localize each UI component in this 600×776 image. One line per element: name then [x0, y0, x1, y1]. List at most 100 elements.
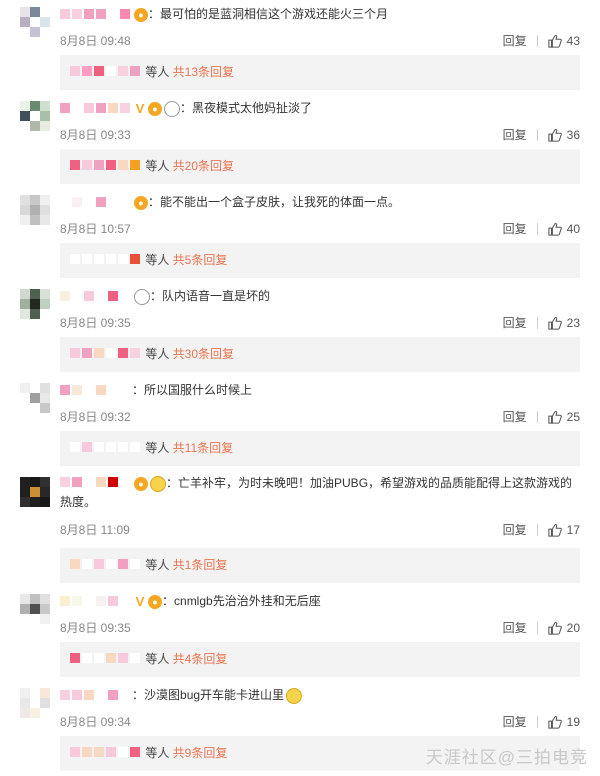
view-replies-link[interactable]: 共1条回复: [173, 558, 228, 572]
comment-line: ● ：最可怕的是蓝洞相信这个游戏还能火三个月: [60, 4, 582, 25]
avatar[interactable]: [20, 7, 50, 37]
comment-text: 沙漠图bug开车能卡进山里: [144, 688, 285, 702]
avatar[interactable]: [20, 594, 50, 624]
colon: ：: [180, 101, 193, 115]
replies-suffix: 等人: [142, 159, 173, 173]
reply-usernames: [70, 149, 142, 184]
comment-text: 所以国服什么时候上: [144, 383, 253, 397]
username[interactable]: [60, 287, 132, 307]
reply-button[interactable]: 回复: [503, 521, 527, 538]
avatar[interactable]: [20, 688, 50, 718]
comment-time: 8月8日 09:48: [60, 34, 131, 48]
comment-time: 8月8日 09:34: [60, 715, 131, 729]
replies-suffix: 等人: [142, 253, 173, 267]
avatar[interactable]: [20, 383, 50, 413]
replies-summary[interactable]: 等人 共13条回复: [60, 55, 580, 90]
divider: [536, 621, 538, 634]
crown-badge-icon: [150, 475, 166, 492]
avatar[interactable]: [20, 289, 50, 319]
reply-button[interactable]: 回复: [503, 713, 527, 730]
replies-summary[interactable]: 等人 共4条回复: [60, 642, 580, 677]
reply-button[interactable]: 回复: [503, 619, 527, 636]
username[interactable]: [60, 381, 132, 401]
like-button[interactable]: 36: [547, 128, 580, 142]
like-button[interactable]: 40: [547, 221, 580, 236]
comment-item: ● ：最可怕的是蓝洞相信这个游戏还能火三个月 8月8日 09:48 回复 43 等人 共…: [0, 0, 600, 94]
replies-summary[interactable]: 等人 共11条回复: [60, 431, 580, 466]
reply-button[interactable]: 回复: [503, 314, 527, 331]
comment-actions: 回复 25: [503, 408, 580, 425]
reply-usernames: [70, 337, 142, 372]
replies-summary[interactable]: 等人 共30条回复: [60, 337, 580, 372]
divider: [536, 316, 538, 329]
replies-suffix: 等人: [142, 652, 173, 666]
username[interactable]: [60, 592, 132, 612]
avatar[interactable]: [20, 101, 50, 131]
like-button[interactable]: 43: [547, 33, 580, 48]
comment-actions: 回复 43: [503, 32, 580, 49]
reply-usernames: [70, 736, 142, 771]
like-count: 20: [566, 620, 580, 635]
like-button[interactable]: 19: [547, 715, 580, 729]
replies-summary[interactable]: 等人 共1条回复: [60, 548, 580, 583]
username[interactable]: [60, 99, 132, 119]
replies-suffix: 等人: [142, 65, 173, 79]
avatar[interactable]: [20, 195, 50, 225]
thumbs-up-icon: [547, 523, 562, 537]
comment-actions: 回复 17: [503, 521, 580, 538]
avatar[interactable]: [20, 477, 50, 507]
colon: ：: [162, 594, 175, 608]
comment-time: 8月8日 10:57: [60, 222, 131, 236]
divider: [536, 34, 538, 47]
comment-time: 8月8日 09:35: [60, 316, 131, 330]
member-badge-icon: ●: [134, 195, 148, 210]
like-button[interactable]: 23: [547, 315, 580, 330]
replies-summary[interactable]: 等人 共5条回复: [60, 243, 580, 278]
divider: [536, 523, 538, 536]
like-button[interactable]: 25: [547, 410, 580, 424]
member-badge-icon: ●: [134, 476, 148, 491]
like-count: 40: [566, 221, 580, 236]
reply-usernames: [70, 243, 142, 278]
username[interactable]: [60, 474, 132, 493]
reply-usernames: [70, 548, 142, 583]
like-button[interactable]: 17: [547, 523, 580, 537]
comment-line: ：队内语音一直是坏的: [60, 286, 582, 307]
like-count: 43: [566, 33, 580, 48]
comment-item: ：所以国服什么时候上 8月8日 09:32 回复 25 等人 共11条回复: [0, 376, 600, 470]
username[interactable]: [60, 193, 132, 213]
replies-summary[interactable]: 等人 共20条回复: [60, 149, 580, 184]
comment-line: ：沙漠图bug开车能卡进山里: [60, 685, 582, 706]
like-count: 23: [566, 315, 580, 330]
smile-emoji-icon: [286, 687, 303, 704]
comment-text: cnmlgb先治治外挂和无后座: [174, 594, 321, 608]
view-replies-link[interactable]: 共20条回复: [173, 159, 234, 173]
reply-button[interactable]: 回复: [503, 126, 527, 143]
thumbs-up-icon: [547, 222, 562, 236]
divider: [536, 410, 538, 423]
username[interactable]: [60, 5, 132, 25]
view-replies-link[interactable]: 共13条回复: [173, 65, 234, 79]
comment-item: V ● ：cnmlgb先治治外挂和无后座 8月8日 09:35 回复 20 等人 共4条回…: [0, 587, 600, 681]
reply-button[interactable]: 回复: [503, 32, 527, 49]
colon: ：: [132, 688, 145, 702]
colon: ：: [150, 289, 163, 303]
comment-time: 8月8日 11:09: [60, 523, 130, 537]
watermark: 天涯社区@三拍电竞: [425, 748, 588, 767]
view-replies-link[interactable]: 共9条回复: [173, 746, 228, 760]
reply-usernames: [70, 642, 142, 677]
comment-item: ● ：能不能出一个盒子皮肤，让我死的体面一点。 8月8日 10:57 回复 40 等人 …: [0, 188, 600, 282]
like-button[interactable]: 20: [547, 620, 580, 635]
view-replies-link[interactable]: 共4条回复: [173, 652, 228, 666]
colon: ：: [132, 383, 145, 397]
verified-v-icon: V: [135, 593, 145, 609]
reply-button[interactable]: 回复: [503, 408, 527, 425]
view-replies-link[interactable]: 共30条回复: [173, 347, 234, 361]
view-replies-link[interactable]: 共5条回复: [173, 253, 228, 267]
reply-button[interactable]: 回复: [503, 220, 527, 237]
comment-actions: 回复 20: [503, 619, 580, 636]
comment-text: 能不能出一个盒子皮肤，让我死的体面一点。: [160, 195, 401, 209]
username[interactable]: [60, 686, 132, 706]
reply-usernames: [70, 431, 142, 466]
view-replies-link[interactable]: 共11条回复: [173, 441, 233, 455]
